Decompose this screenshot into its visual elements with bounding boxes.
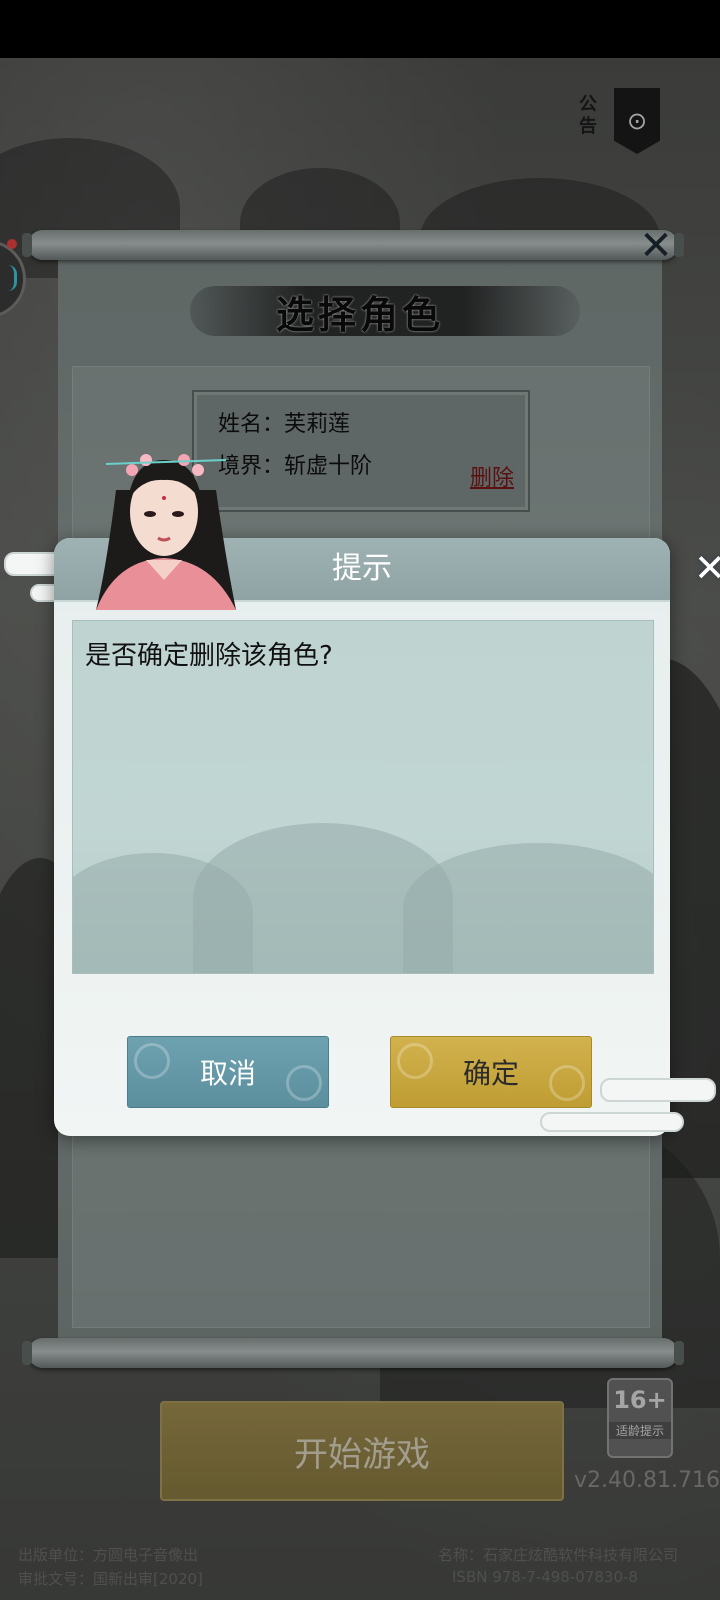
cancel-button[interactable]: 取消 bbox=[127, 1036, 329, 1108]
confirm-label: 确定 bbox=[462, 1057, 519, 1090]
cloud-decoration bbox=[600, 1078, 716, 1102]
dialog-content: 是否确定删除该角色? bbox=[72, 620, 654, 974]
cloud-decoration bbox=[540, 1112, 684, 1132]
confirm-dialog: 提示 是否确定删除该角色? 取消 确定 bbox=[54, 538, 670, 1136]
close-icon[interactable]: ✕ bbox=[694, 548, 720, 588]
dialog-message: 是否确定删除该角色? bbox=[85, 641, 333, 671]
cancel-label: 取消 bbox=[199, 1057, 256, 1090]
confirm-button[interactable]: 确定 bbox=[390, 1036, 592, 1108]
character-portrait bbox=[96, 454, 236, 610]
